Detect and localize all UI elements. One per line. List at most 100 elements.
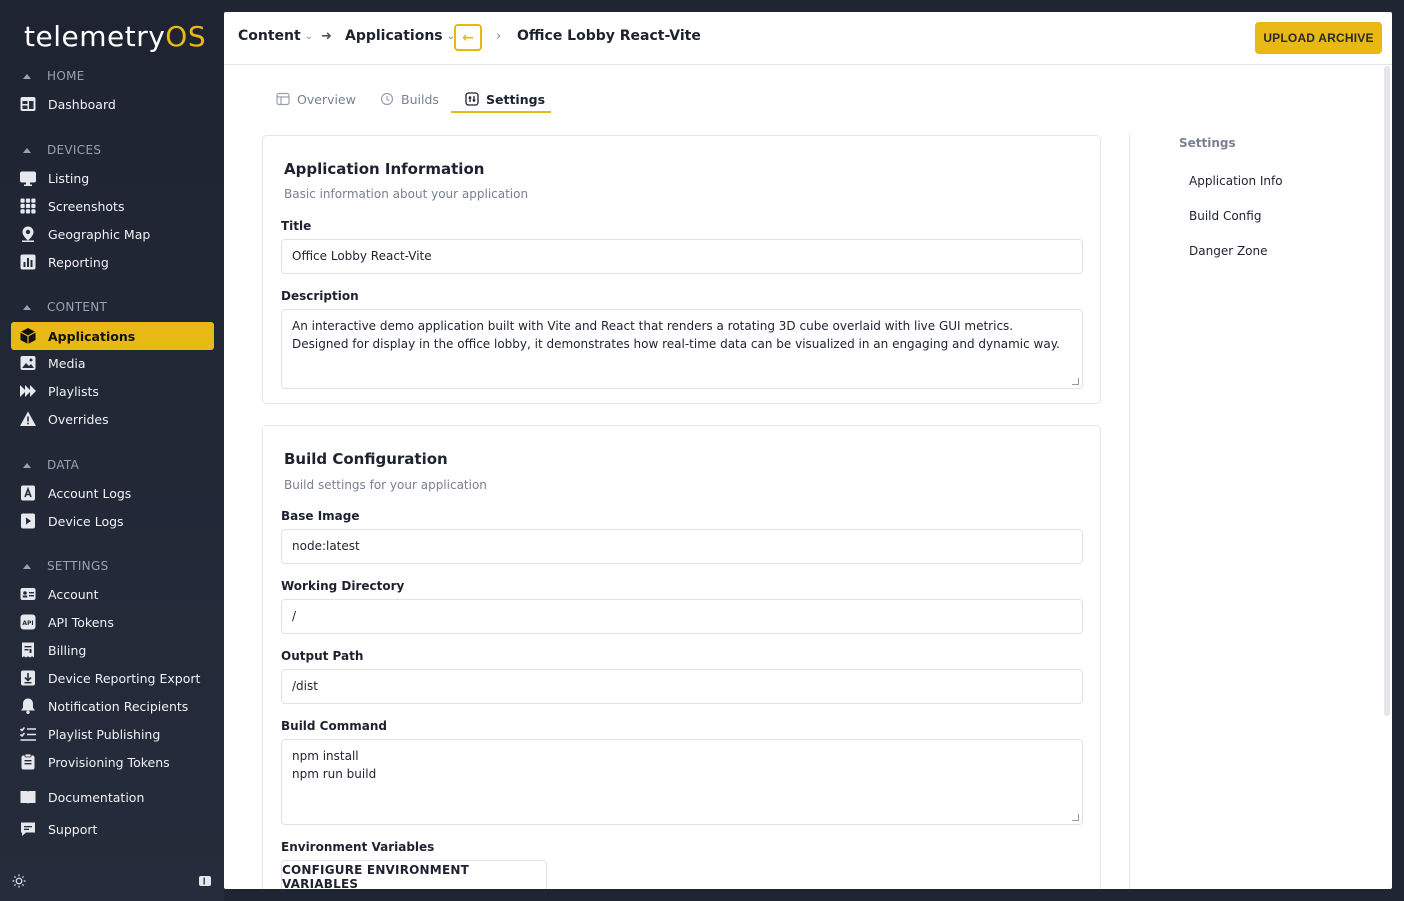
checklist-icon [19,725,37,743]
back-button[interactable]: ← [454,24,482,51]
sidebar-item-listing[interactable]: Listing [11,164,214,192]
id-card-icon [19,585,37,603]
build-config-card: Build Configuration Build settings for y… [262,425,1101,889]
api-icon: API [19,613,37,631]
sidebar-item-label: Playlist Publishing [48,726,161,742]
download-icon [19,669,37,687]
tab-builds[interactable]: Builds [380,84,439,114]
collapse-sidebar-icon[interactable] [198,873,212,887]
sidebar-item-billing[interactable]: Billing [11,636,214,664]
breadcrumb-content[interactable]: Content ⌄ [238,28,313,44]
main-panel: Content ⌄ ➜ Applications ⌄ ← › Office Lobb… [224,12,1392,889]
sidebar-item-label: Playlists [48,383,99,399]
device-log-icon [19,512,37,530]
sidebar-item-provisioning-tokens[interactable]: Provisioning Tokens [11,748,214,776]
breadcrumb-applications[interactable]: Applications ⌄ [345,28,455,44]
brand-logo[interactable]: telemetryOS [24,20,206,53]
sidebar-item-label: Geographic Map [48,226,151,242]
title-input[interactable]: Office Lobby React-Vite [281,239,1083,274]
clipboard-icon [19,753,37,771]
sidebar-item-label: Reporting [48,254,109,270]
image-icon [19,354,37,372]
cube-icon [19,327,37,345]
tab-overview[interactable]: Overview [276,84,356,114]
map-pin-icon [19,225,37,243]
sidebar: telemetryOS HOME Dashboard DEVICES Listi… [0,0,224,901]
environment-variables-label: Environment Variables [281,840,435,854]
working-directory-input[interactable]: / [281,599,1083,634]
sidebar-item-overrides[interactable]: Overrides [11,405,214,433]
caret-up-icon [23,147,31,153]
description-textarea[interactable]: An interactive demo application built wi… [281,309,1083,389]
caret-up-icon [23,462,31,468]
build-command-textarea[interactable]: npm install npm run build [281,739,1083,825]
toc-item-application-info[interactable]: Application Info [1189,174,1283,188]
sidebar-item-api-tokens[interactable]: API API Tokens [11,608,214,636]
top-bar: Content ⌄ ➜ Applications ⌄ ← › Office Lobb… [224,12,1392,65]
output-path-input[interactable]: /dist [281,669,1083,704]
sidebar-item-notification-recipients[interactable]: Notification Recipients [11,692,214,720]
sidebar-item-media[interactable]: Media [11,349,214,377]
sidebar-item-label: Screenshots [48,198,125,214]
sidebar-item-label: Provisioning Tokens [48,754,170,770]
scrollbar[interactable] [1384,66,1390,716]
chat-icon [19,820,37,838]
resize-handle-icon[interactable] [1072,814,1079,821]
divider [1129,134,1130,889]
book-icon [19,788,37,806]
sidebar-item-device-logs[interactable]: Device Logs [11,507,214,535]
caret-up-icon [23,304,31,310]
sidebar-item-account[interactable]: Account [11,580,214,608]
section-content[interactable]: CONTENT [20,298,107,316]
sidebar-item-label: Device Logs [48,513,124,529]
sidebar-item-reporting[interactable]: Reporting [11,248,214,276]
active-tab-indicator [451,111,551,113]
card-subtitle: Build settings for your application [284,478,487,492]
sidebar-item-label: Notification Recipients [48,698,189,714]
sidebar-item-device-reporting-export[interactable]: Device Reporting Export [11,664,214,692]
sidebar-item-label: Documentation [48,789,145,805]
sidebar-item-screenshots[interactable]: Screenshots [11,192,214,220]
upload-archive-button[interactable]: UPLOAD ARCHIVE [1255,22,1382,54]
build-command-label: Build Command [281,719,387,733]
sidebar-item-playlists[interactable]: Playlists [11,377,214,405]
configure-env-vars-button[interactable]: CONFIGURE ENVIRONMENT VARIABLES [281,860,547,889]
sidebar-item-applications[interactable]: Applications [11,322,214,350]
sidebar-item-label: Billing [48,642,87,658]
caret-up-icon [23,73,31,79]
section-data[interactable]: DATA [20,456,79,474]
sidebar-item-support[interactable]: Support [11,815,214,843]
sidebar-item-label: Account Logs [48,485,132,501]
breadcrumb-current: Office Lobby React-Vite [517,28,701,44]
resize-handle-icon[interactable] [1072,378,1079,385]
theme-toggle-icon[interactable] [12,873,26,888]
svg-text:API: API [22,620,33,627]
history-icon [380,92,394,106]
bell-icon [19,697,37,715]
section-devices[interactable]: DEVICES [20,141,101,159]
monitor-icon [19,169,37,187]
sidebar-item-documentation[interactable]: Documentation [11,783,214,811]
sidebar-item-account-logs[interactable]: Account Logs [11,479,214,507]
section-home[interactable]: HOME [20,67,85,85]
toc-item-danger-zone[interactable]: Danger Zone [1189,244,1268,258]
sidebar-item-geographic-map[interactable]: Geographic Map [11,220,214,248]
settings-icon [465,92,479,106]
sidebar-item-label: Listing [48,170,90,186]
card-title: Build Configuration [284,450,448,468]
tab-settings[interactable]: Settings [465,84,545,114]
card-subtitle: Basic information about your application [284,187,529,201]
description-label: Description [281,289,359,303]
grid-icon [19,197,37,215]
working-directory-label: Working Directory [281,579,405,593]
sidebar-item-label: API Tokens [48,614,114,630]
sidebar-item-label: Dashboard [48,96,116,112]
toc-item-build-config[interactable]: Build Config [1189,209,1261,223]
sidebar-item-dashboard[interactable]: Dashboard [11,90,214,118]
overview-icon [276,92,290,106]
base-image-input[interactable]: node:latest [281,529,1083,564]
warning-icon [19,410,37,428]
base-image-label: Base Image [281,509,360,523]
section-settings[interactable]: SETTINGS [20,557,108,575]
sidebar-item-playlist-publishing[interactable]: Playlist Publishing [11,720,214,748]
